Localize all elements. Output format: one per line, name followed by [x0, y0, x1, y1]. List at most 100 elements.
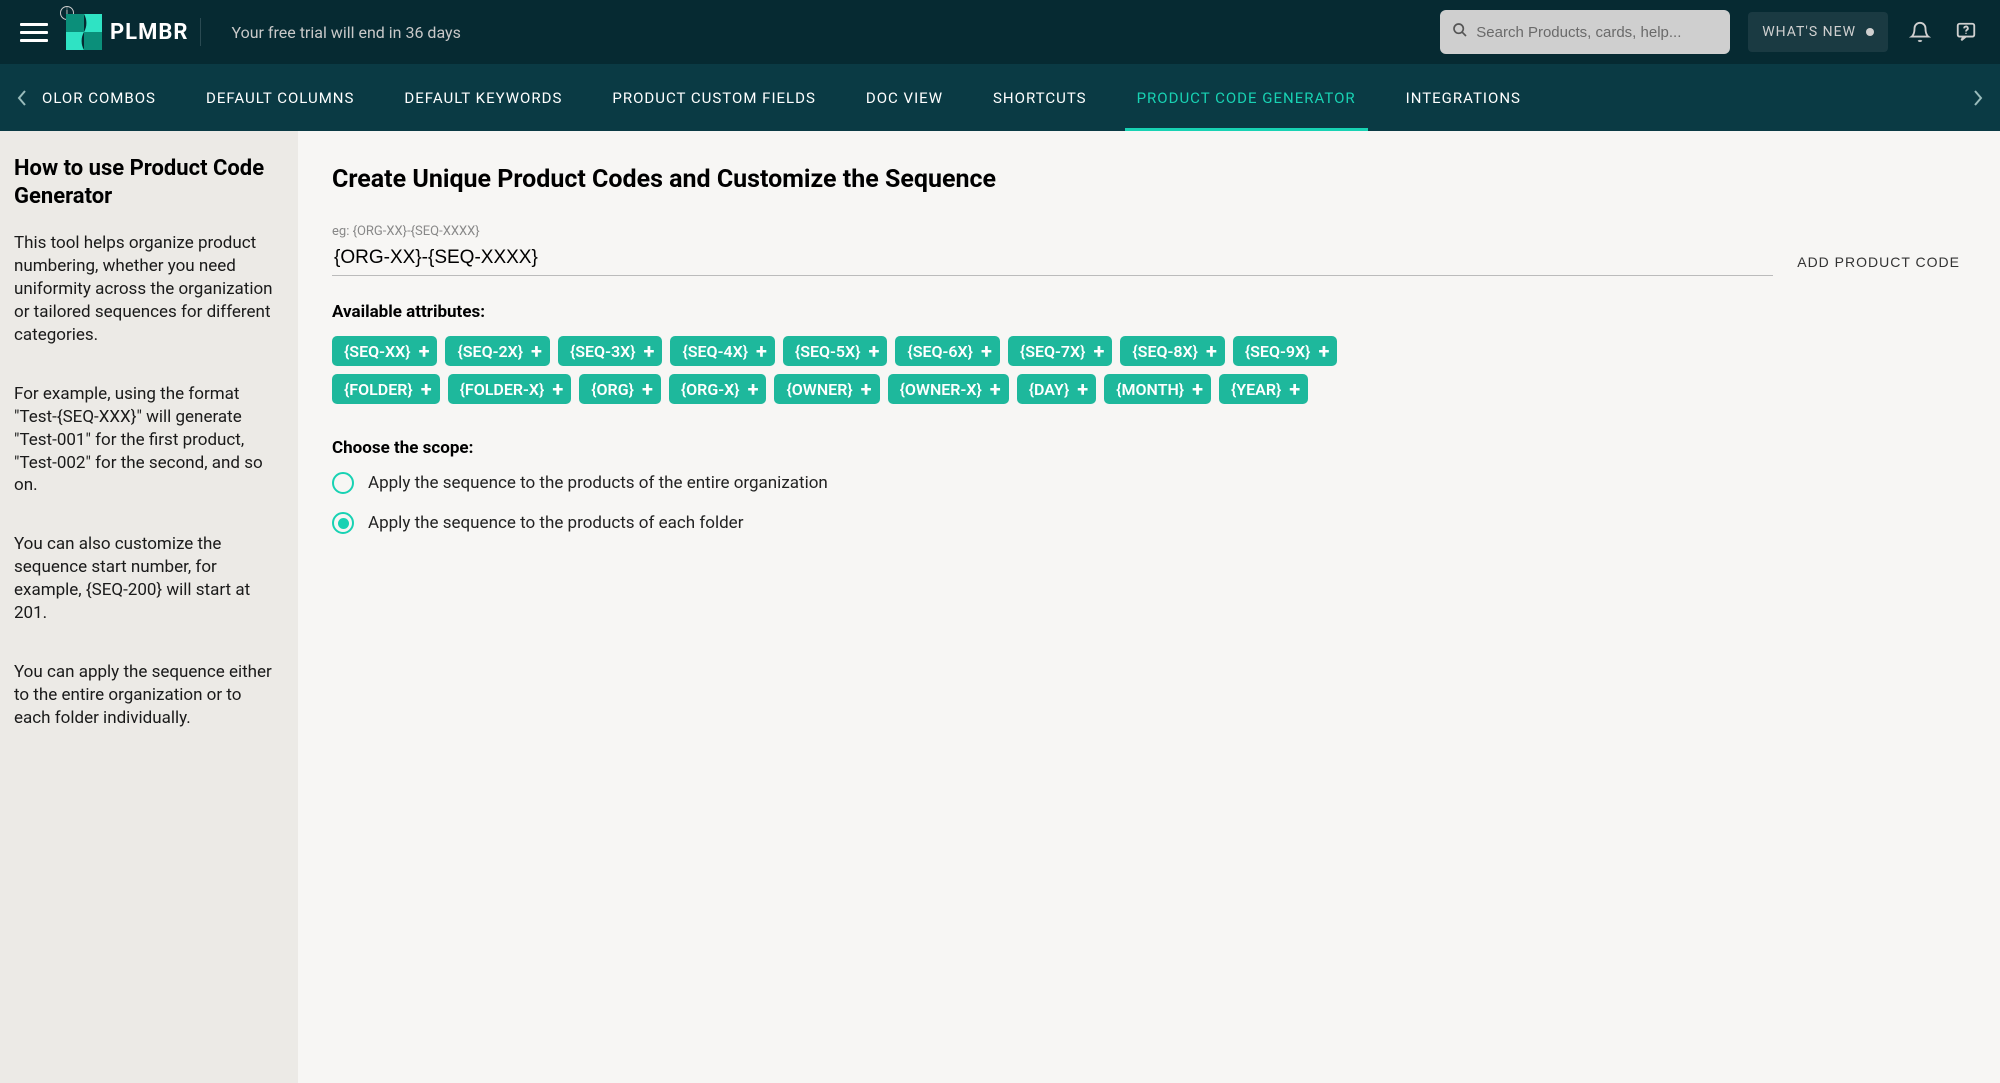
plus-icon: +: [1093, 341, 1104, 361]
chip-label: {OWNER-X}: [900, 380, 982, 399]
plus-icon: +: [1192, 379, 1203, 399]
attribute-chip[interactable]: {DAY} +: [1017, 374, 1096, 404]
attribute-chip[interactable]: {SEQ-4X} +: [670, 336, 774, 366]
plus-icon: +: [990, 379, 1001, 399]
scope-radio-group: Apply the sequence to the products of th…: [332, 472, 1960, 534]
chip-label: {OWNER}: [786, 380, 852, 399]
attribute-chip[interactable]: {OWNER-X} +: [888, 374, 1009, 404]
plus-icon: +: [531, 341, 542, 361]
attribute-chip[interactable]: {SEQ-6X} +: [895, 336, 999, 366]
plus-icon: +: [419, 341, 430, 361]
chip-label: {SEQ-3X}: [570, 342, 636, 361]
nav-tab[interactable]: DEFAULT KEYWORDS: [404, 64, 562, 131]
notification-dot-icon: [1866, 28, 1874, 36]
chip-label: {SEQ-5X}: [795, 342, 861, 361]
plus-icon: +: [644, 341, 655, 361]
chip-label: {SEQ-8X}: [1132, 342, 1198, 361]
chip-label: {SEQ-9X}: [1245, 342, 1311, 361]
trial-status: Your free trial will end in 36 days: [231, 23, 460, 42]
attribute-chip[interactable]: {FOLDER} +: [332, 374, 440, 404]
radio-label: Apply the sequence to the products of th…: [368, 473, 828, 493]
product-code-input[interactable]: [332, 243, 1773, 276]
page-title: Create Unique Product Codes and Customiz…: [332, 165, 1960, 194]
search-icon: [1452, 22, 1468, 42]
top-header: i PLMBR Your free trial will end in 36 d…: [0, 0, 2000, 64]
help-sidebar: How to use Product Code Generator This t…: [0, 131, 298, 1083]
scope-radio-option[interactable]: Apply the sequence to the products of th…: [332, 472, 1960, 494]
radio-icon: [332, 472, 354, 494]
plus-icon: +: [421, 379, 432, 399]
main-content: Create Unique Product Codes and Customiz…: [298, 131, 2000, 1083]
nav-tab[interactable]: PRODUCT CODE GENERATOR: [1137, 64, 1356, 131]
attribute-chip[interactable]: {ORG-X} +: [669, 374, 767, 404]
chip-label: {SEQ-4X}: [682, 342, 748, 361]
help-icon[interactable]: [1952, 18, 1980, 46]
plus-icon: +: [1289, 379, 1300, 399]
attribute-chip[interactable]: {SEQ-8X} +: [1120, 336, 1224, 366]
nav-tab[interactable]: OLOR COMBOS: [42, 64, 156, 131]
attribute-chip[interactable]: {SEQ-2X} +: [445, 336, 549, 366]
plus-icon: +: [869, 341, 880, 361]
plus-icon: +: [756, 341, 767, 361]
plus-icon: +: [981, 341, 992, 361]
nav-tab[interactable]: DOC VIEW: [866, 64, 943, 131]
attributes-heading: Available attributes:: [332, 302, 1960, 322]
plus-icon: +: [861, 379, 872, 399]
brand-logo[interactable]: i PLMBR: [66, 14, 201, 50]
chip-label: {DAY}: [1029, 380, 1070, 399]
attribute-chip[interactable]: {YEAR} +: [1219, 374, 1308, 404]
attribute-chip[interactable]: {MONTH} +: [1104, 374, 1211, 404]
radio-label: Apply the sequence to the products of ea…: [368, 513, 743, 533]
sidebar-title: How to use Product Code Generator: [14, 155, 280, 210]
chip-label: {FOLDER-X}: [460, 380, 545, 399]
chip-label: {SEQ-2X}: [457, 342, 523, 361]
attribute-chip[interactable]: {OWNER} +: [774, 374, 879, 404]
plus-icon: +: [1206, 341, 1217, 361]
sidebar-paragraph: You can also customize the sequence star…: [14, 533, 280, 625]
search-input-wrap[interactable]: [1440, 10, 1730, 54]
nav-scroll-right-icon[interactable]: [1966, 89, 1990, 107]
chip-label: {ORG-X}: [681, 380, 740, 399]
attribute-chip[interactable]: {SEQ-9X} +: [1233, 336, 1337, 366]
plus-icon: +: [552, 379, 563, 399]
nav-tab[interactable]: SHORTCUTS: [993, 64, 1087, 131]
plus-icon: +: [1318, 341, 1329, 361]
attribute-chip[interactable]: {SEQ-5X} +: [783, 336, 887, 366]
whats-new-label: WHAT'S NEW: [1762, 24, 1856, 40]
add-product-code-button[interactable]: ADD PRODUCT CODE: [1797, 254, 1960, 276]
chip-label: {YEAR}: [1231, 380, 1281, 399]
attribute-chip[interactable]: {SEQ-7X} +: [1008, 336, 1112, 366]
chip-label: {ORG}: [591, 380, 634, 399]
sidebar-paragraph: This tool helps organize product numberi…: [14, 232, 280, 347]
code-example-label: eg: {ORG-XX}-{SEQ-XXXX}: [332, 224, 1773, 239]
brand-name: PLMBR: [110, 20, 188, 45]
plus-icon: +: [748, 379, 759, 399]
scope-heading: Choose the scope:: [332, 438, 1960, 458]
scope-radio-option[interactable]: Apply the sequence to the products of ea…: [332, 512, 1960, 534]
attribute-chip[interactable]: {FOLDER-X} +: [448, 374, 572, 404]
attribute-chip[interactable]: {SEQ-3X} +: [558, 336, 662, 366]
sidebar-paragraph: For example, using the format "Test-{SEQ…: [14, 383, 280, 498]
logo-mark-icon: [66, 14, 102, 50]
attribute-chip[interactable]: {ORG} +: [579, 374, 661, 404]
search-input[interactable]: [1476, 24, 1718, 41]
chip-label: {MONTH}: [1116, 380, 1184, 399]
nav-scroll-left-icon[interactable]: [10, 89, 34, 107]
nav-tab[interactable]: INTEGRATIONS: [1406, 64, 1521, 131]
plus-icon: +: [1077, 379, 1088, 399]
chip-label: {SEQ-7X}: [1020, 342, 1086, 361]
divider: [200, 18, 201, 46]
chip-label: {FOLDER}: [344, 380, 413, 399]
attribute-chip[interactable]: {SEQ-XX} +: [332, 336, 437, 366]
bell-icon[interactable]: [1906, 18, 1934, 46]
nav-tab[interactable]: DEFAULT COLUMNS: [206, 64, 354, 131]
menu-icon[interactable]: [20, 18, 48, 46]
chip-label: {SEQ-6X}: [907, 342, 973, 361]
sidebar-paragraph: You can apply the sequence either to the…: [14, 661, 280, 730]
attribute-chip-list: {SEQ-XX}+{SEQ-2X}+{SEQ-3X}+{SEQ-4X}+{SEQ…: [332, 336, 1412, 404]
whats-new-button[interactable]: WHAT'S NEW: [1748, 12, 1888, 52]
nav-tab[interactable]: PRODUCT CUSTOM FIELDS: [612, 64, 816, 131]
chip-label: {SEQ-XX}: [344, 342, 411, 361]
settings-tabs: OLOR COMBOS DEFAULT COLUMNS DEFAULT KEYWOR…: [0, 64, 2000, 131]
plus-icon: +: [642, 379, 653, 399]
